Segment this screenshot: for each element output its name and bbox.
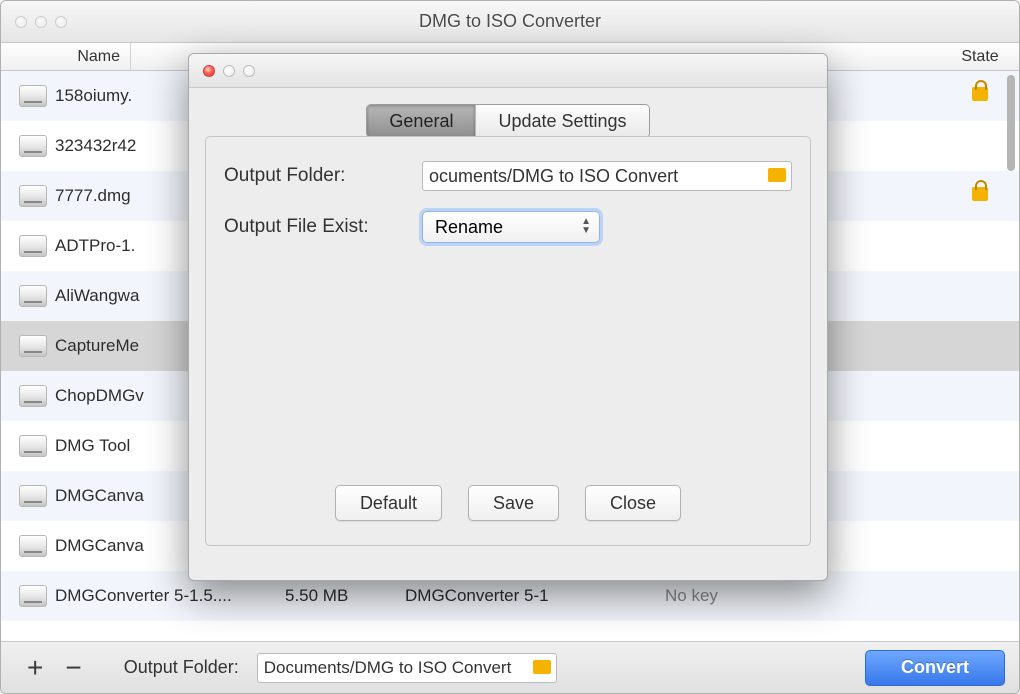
output-folder-value: ocuments/DMG to ISO Convert <box>429 166 678 187</box>
column-name[interactable]: Name <box>1 43 131 70</box>
disk-icon <box>19 385 47 407</box>
general-panel: Output Folder: ocuments/DMG to ISO Conve… <box>205 136 811 546</box>
file-name: DMGConverter 5-1.5.... <box>55 586 285 606</box>
column-state[interactable]: State <box>941 43 1019 70</box>
lock-icon <box>972 187 988 201</box>
dialog-close-icon[interactable] <box>203 65 215 77</box>
footer-output-path-text: Documents/DMG to ISO Convert <box>264 658 512 678</box>
file-size: 5.50 MB <box>285 586 405 606</box>
dialog-button-row: Default Save Close <box>206 485 810 521</box>
key-status: No key <box>665 586 941 606</box>
add-button[interactable]: + <box>23 654 47 682</box>
output-folder-field[interactable]: ocuments/DMG to ISO Convert <box>422 161 792 191</box>
default-button[interactable]: Default <box>335 485 442 521</box>
output-name: DMGConverter 5-1 <box>405 586 665 606</box>
output-file-exist-select[interactable]: Rename ▲▼ <box>422 211 600 243</box>
close-button[interactable]: Close <box>585 485 681 521</box>
window-title: DMG to ISO Converter <box>1 11 1019 32</box>
dialog-minimize-icon[interactable] <box>223 65 235 77</box>
dialog-titlebar <box>189 54 827 88</box>
disk-icon <box>19 335 47 357</box>
output-file-exist-value: Rename <box>435 217 503 238</box>
disk-icon <box>19 85 47 107</box>
remove-button[interactable]: − <box>61 654 85 682</box>
folder-icon[interactable] <box>768 168 786 182</box>
disk-icon <box>19 485 47 507</box>
chevron-updown-icon: ▲▼ <box>581 217 591 235</box>
footer-output-path[interactable]: Documents/DMG to ISO Convert <box>257 653 557 683</box>
main-titlebar: DMG to ISO Converter <box>1 1 1019 43</box>
vertical-scrollbar[interactable] <box>1007 75 1015 171</box>
preferences-dialog: General Update Settings Output Folder: o… <box>188 53 828 581</box>
disk-icon <box>19 435 47 457</box>
main-window: DMG to ISO Converter Name State 158oiumy… <box>0 0 1020 694</box>
disk-icon <box>19 535 47 557</box>
lock-icon <box>972 87 988 101</box>
footer-output-label: Output Folder: <box>124 657 239 678</box>
footer-bar: + − Output Folder: Documents/DMG to ISO … <box>1 641 1019 693</box>
output-folder-label: Output Folder: <box>224 165 422 187</box>
dialog-zoom-icon[interactable] <box>243 65 255 77</box>
output-file-exist-label: Output File Exist: <box>224 216 422 238</box>
state-cell <box>941 186 1019 206</box>
disk-icon <box>19 585 47 607</box>
dialog-tabs: General Update Settings <box>189 104 827 138</box>
tab-update-settings[interactable]: Update Settings <box>476 105 648 137</box>
disk-icon <box>19 285 47 307</box>
disk-icon <box>19 235 47 257</box>
save-button[interactable]: Save <box>468 485 559 521</box>
tab-general[interactable]: General <box>367 105 476 137</box>
disk-icon <box>19 135 47 157</box>
dialog-traffic-lights <box>189 65 255 77</box>
disk-icon <box>19 185 47 207</box>
folder-icon[interactable] <box>533 660 551 674</box>
convert-button[interactable]: Convert <box>865 650 1005 686</box>
